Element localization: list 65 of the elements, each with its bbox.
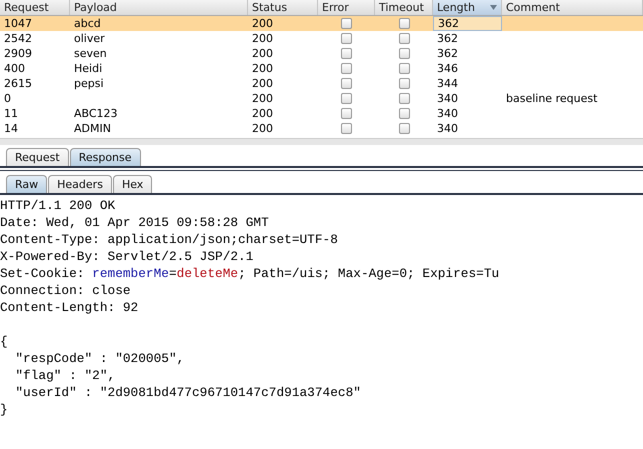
- table-cell: seven: [74, 47, 107, 60]
- table-cell: 2909: [4, 47, 32, 60]
- column-header[interactable]: Length: [433, 0, 502, 15]
- header-line: X-Powered-By: Servlet/2.5 JSP/2.1: [0, 249, 254, 264]
- sort-arrow-icon: [490, 5, 497, 10]
- splitter-bar[interactable]: [0, 138, 643, 145]
- header-line: Connection: close: [0, 283, 131, 298]
- table-cell: 362: [438, 17, 459, 30]
- table-cell: abcd: [74, 17, 101, 30]
- body-line: "flag" : "2",: [14, 368, 116, 383]
- table-cell: 200: [252, 32, 273, 45]
- header-line: Date: Wed, 01 Apr 2015 09:58:28 GMT: [0, 215, 269, 230]
- table-cell: 2542: [4, 32, 32, 45]
- column-header[interactable]: Request: [0, 0, 70, 15]
- body-line: }: [0, 402, 8, 417]
- table-cell: 200: [252, 122, 273, 135]
- body-line: "userId" : "2d9081bd477c96710147c7d91a374ec8": [14, 385, 361, 400]
- tab[interactable]: Headers: [48, 175, 112, 193]
- table-row[interactable]: 0 200 340 baseline request: [0, 91, 643, 106]
- table-cell: 200: [252, 62, 273, 75]
- table-row[interactable]: 400 Heidi 200 346: [0, 61, 643, 76]
- tab[interactable]: Request: [6, 148, 69, 166]
- table-row[interactable]: 11 ABC123 200 340: [0, 106, 643, 121]
- column-header[interactable]: Error: [318, 0, 375, 15]
- table-cell: Heidi: [74, 62, 102, 75]
- table-row[interactable]: 14 ADMIN 200 340: [0, 121, 643, 136]
- table-cell: ABC123: [74, 107, 118, 120]
- table-cell: pepsi: [74, 77, 104, 90]
- tab[interactable]: Raw: [6, 175, 48, 193]
- table-cell: 344: [437, 77, 458, 90]
- table-cell: baseline request: [506, 92, 598, 105]
- table-cell: 340: [437, 122, 458, 135]
- table-row[interactable]: 2615 pepsi 200 344: [0, 76, 643, 91]
- table-row[interactable]: 2542 oliver 200 362: [0, 31, 643, 46]
- table-cell: 362: [437, 32, 458, 45]
- table-row[interactable]: 1047 abcd 200 362: [0, 16, 643, 31]
- header-line: Set-Cookie: rememberMe=deleteMe; Path=/uis; Max-Age=0; Expires=Tu: [0, 266, 500, 281]
- body-line: "respCode" : "020005",: [14, 351, 184, 366]
- header-line: Content-Type: application/json;charset=UTF-8: [0, 232, 338, 247]
- table-cell: 1047: [4, 17, 32, 30]
- table-cell: 400: [4, 62, 25, 75]
- tab[interactable]: Hex: [112, 175, 152, 193]
- table-cell: 200: [252, 107, 273, 120]
- table-cell: 346: [437, 62, 458, 75]
- body-line: {: [0, 334, 8, 349]
- tab[interactable]: Response: [70, 148, 141, 166]
- header-line: Content-Length: 92: [0, 300, 138, 315]
- table-cell: 340: [437, 107, 458, 120]
- table-cell: ADMIN: [74, 122, 111, 135]
- table-cell: 14: [4, 122, 18, 135]
- table-cell: 11: [4, 107, 18, 120]
- table-cell: 200: [252, 77, 273, 90]
- table-cell: 200: [252, 92, 273, 105]
- table-row[interactable]: 2909 seven 200 362: [0, 46, 643, 61]
- table-cell: 2615: [4, 77, 32, 90]
- table-cell: 340: [437, 92, 458, 105]
- column-header[interactable]: Payload: [70, 0, 248, 15]
- column-header[interactable]: Status: [248, 0, 318, 15]
- table-cell: 200: [252, 17, 273, 30]
- table-cell: oliver: [74, 32, 105, 45]
- table-cell: 200: [252, 47, 273, 60]
- table-cell: 362: [437, 47, 458, 60]
- column-header[interactable]: Comment: [502, 0, 643, 15]
- table-cell: 0: [4, 92, 11, 105]
- header-line: HTTP/1.1 200 OK: [0, 198, 116, 213]
